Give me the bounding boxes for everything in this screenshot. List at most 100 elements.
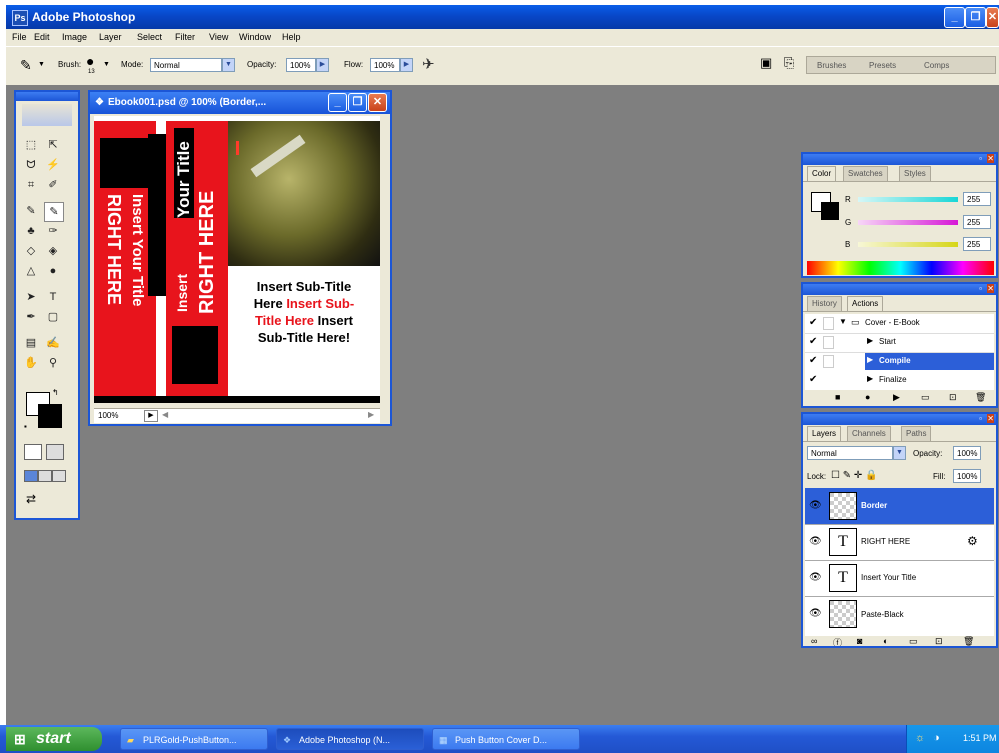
color-bg-swatch[interactable] — [821, 202, 839, 220]
default-colors-icon[interactable]: ▪ — [24, 422, 27, 431]
action-row[interactable]: ✔ ▼ ▭ Cover - E-Book — [805, 314, 994, 334]
action-dialog-toggle[interactable] — [823, 336, 834, 349]
action-check-icon[interactable]: ✔ — [809, 374, 817, 385]
menu-layer[interactable]: Layer — [99, 32, 122, 42]
action-check-icon[interactable]: ✔ — [809, 355, 817, 366]
tab-actions[interactable]: Actions — [847, 296, 884, 311]
new-layer-icon[interactable]: ⊡ — [935, 636, 943, 646]
layer-effects-icon[interactable]: ⚙ — [967, 534, 978, 548]
close-button[interactable]: ✕ — [986, 7, 999, 28]
path-selection-tool-icon[interactable]: ➤ — [22, 288, 40, 306]
tab-channels[interactable]: Channels — [847, 426, 891, 441]
full-screen-mode-icon[interactable] — [52, 470, 66, 482]
palette-tab-presets[interactable]: Presets — [869, 61, 896, 70]
paint-bucket-tool-icon[interactable]: ◈ — [44, 242, 62, 260]
layer-row[interactable]: 👁 Paste-Black — [805, 596, 994, 632]
document-close-button[interactable]: ✕ — [368, 93, 387, 112]
brush-dropdown-icon[interactable]: ▼ — [103, 61, 110, 68]
record-icon[interactable]: ● — [865, 392, 870, 402]
expand-arrow-icon[interactable]: ▼ — [839, 317, 847, 326]
action-row[interactable]: ✔ ▶ Finalize — [805, 371, 994, 390]
tray-network-icon[interactable]: ☼ — [915, 732, 925, 744]
layer-visibility-eye-icon[interactable]: 👁 — [809, 500, 822, 511]
menu-filter[interactable]: Filter — [175, 32, 195, 42]
menu-image[interactable]: Image — [62, 32, 87, 42]
clone-stamp-tool-icon[interactable]: ♣ — [22, 222, 40, 240]
opacity-field[interactable]: 100% — [286, 58, 316, 72]
action-check-icon[interactable]: ✔ — [809, 317, 817, 328]
adjustment-layer-icon[interactable]: ◐ — [883, 636, 888, 646]
tab-color[interactable]: Color — [807, 166, 837, 181]
palette-tab-brushes[interactable]: Brushes — [817, 61, 846, 70]
tray-volume-icon[interactable]: ◑ — [933, 732, 940, 744]
shape-tool-icon[interactable]: ▢ — [44, 308, 62, 326]
tab-paths[interactable]: Paths — [901, 426, 932, 441]
tool-preset-dropdown-icon[interactable]: ▼ — [38, 61, 45, 68]
actions-panel-close-icon[interactable]: ✕ — [987, 284, 994, 293]
adobe-online-feather-icon[interactable] — [22, 104, 72, 126]
flow-field[interactable]: 100% — [370, 58, 400, 72]
status-menu-button[interactable]: ▶ — [144, 410, 158, 422]
palette-well-icon[interactable]: ⎘ — [784, 55, 794, 71]
layer-row[interactable]: 👁 Border — [805, 488, 994, 525]
blur-tool-icon[interactable]: △ — [22, 262, 40, 280]
move-tool-icon[interactable]: ⇱ — [44, 136, 62, 154]
slider-b-track[interactable] — [858, 242, 958, 247]
new-group-icon[interactable]: ▭ — [909, 636, 918, 646]
layer-opacity-field[interactable]: 100% — [953, 446, 981, 460]
play-icon[interactable]: ▶ — [893, 392, 900, 403]
jump-to-imageready-icon[interactable]: ⇄ — [26, 492, 36, 506]
pen-tool-icon[interactable]: ✒ — [22, 308, 40, 326]
clock[interactable]: 1:51 PM — [963, 733, 997, 743]
mode-select-arrow-icon[interactable]: ▼ — [222, 58, 235, 72]
history-brush-tool-icon[interactable]: ✑ — [44, 222, 62, 240]
action-check-icon[interactable]: ✔ — [809, 336, 817, 347]
slider-g-track[interactable] — [858, 220, 958, 225]
healing-brush-tool-icon[interactable]: ✎ — [22, 202, 40, 220]
actions-panel-title-bar[interactable]: ▫ ✕ — [803, 284, 996, 295]
slider-g-value[interactable]: 255 — [963, 215, 991, 229]
collapse-arrow-icon[interactable]: ▶ — [867, 336, 873, 345]
palette-tab-comps[interactable]: Comps — [924, 61, 949, 70]
actions-panel-minimize-icon[interactable]: ▫ — [979, 284, 982, 293]
action-dialog-toggle[interactable] — [823, 355, 834, 368]
action-dialog-toggle[interactable] — [823, 317, 834, 330]
action-row[interactable]: ✔ ▶ Start — [805, 333, 994, 353]
minimize-button[interactable]: _ — [944, 7, 965, 28]
tab-swatches[interactable]: Swatches — [843, 166, 888, 181]
start-button[interactable]: ⊞ start — [6, 727, 102, 751]
lock-icons[interactable]: ☐ ✎ ✛ 🔒 — [831, 470, 878, 481]
action-row[interactable]: ✔ ▶ Compile — [805, 352, 994, 371]
scroll-left-icon[interactable]: ◀ — [162, 410, 168, 419]
collapse-arrow-icon[interactable]: ▶ — [867, 374, 873, 383]
color-panel-title-bar[interactable]: ▫ ✕ — [803, 154, 996, 165]
layers-panel-minimize-icon[interactable]: ▫ — [979, 414, 982, 423]
layer-style-icon[interactable]: ⓕ — [833, 636, 842, 646]
taskbar-button-photoshop[interactable]: ❖ Adobe Photoshop (N... — [276, 728, 424, 750]
maximize-button[interactable]: ❐ — [965, 7, 986, 28]
delete-action-icon[interactable]: 🗑 — [975, 392, 986, 403]
slider-b-value[interactable]: 255 — [963, 237, 991, 251]
layer-visibility-eye-icon[interactable]: 👁 — [809, 536, 822, 547]
mode-select[interactable]: Normal — [150, 58, 222, 72]
quick-mask-mode-icon[interactable] — [46, 444, 64, 460]
slider-r-track[interactable] — [858, 197, 958, 202]
tab-layers[interactable]: Layers — [807, 426, 842, 441]
airbrush-icon[interactable]: ✈ — [422, 55, 435, 73]
slider-r-value[interactable]: 255 — [963, 192, 991, 206]
zoom-level[interactable]: 100% — [98, 411, 118, 420]
blend-mode-select[interactable]: Normal — [807, 446, 893, 460]
eraser-tool-icon[interactable]: ◇ — [22, 242, 40, 260]
layer-visibility-eye-icon[interactable]: 👁 — [809, 572, 822, 583]
swap-colors-icon[interactable]: ↰ — [52, 388, 59, 397]
lasso-tool-icon[interactable]: ᗢ — [22, 156, 40, 174]
full-screen-menu-mode-icon[interactable] — [38, 470, 52, 482]
link-layers-icon[interactable]: ∞ — [811, 636, 817, 646]
menu-window[interactable]: Window — [239, 32, 271, 42]
layers-panel-close-icon[interactable]: ✕ — [987, 414, 994, 423]
opacity-slider-arrow-icon[interactable]: ▶ — [316, 58, 329, 72]
tab-history[interactable]: History — [807, 296, 842, 311]
zoom-tool-icon[interactable]: ⚲ — [44, 354, 62, 372]
file-browser-icon[interactable]: ▣ — [760, 55, 772, 71]
photoshop-app-icon[interactable]: Ps — [12, 10, 28, 26]
